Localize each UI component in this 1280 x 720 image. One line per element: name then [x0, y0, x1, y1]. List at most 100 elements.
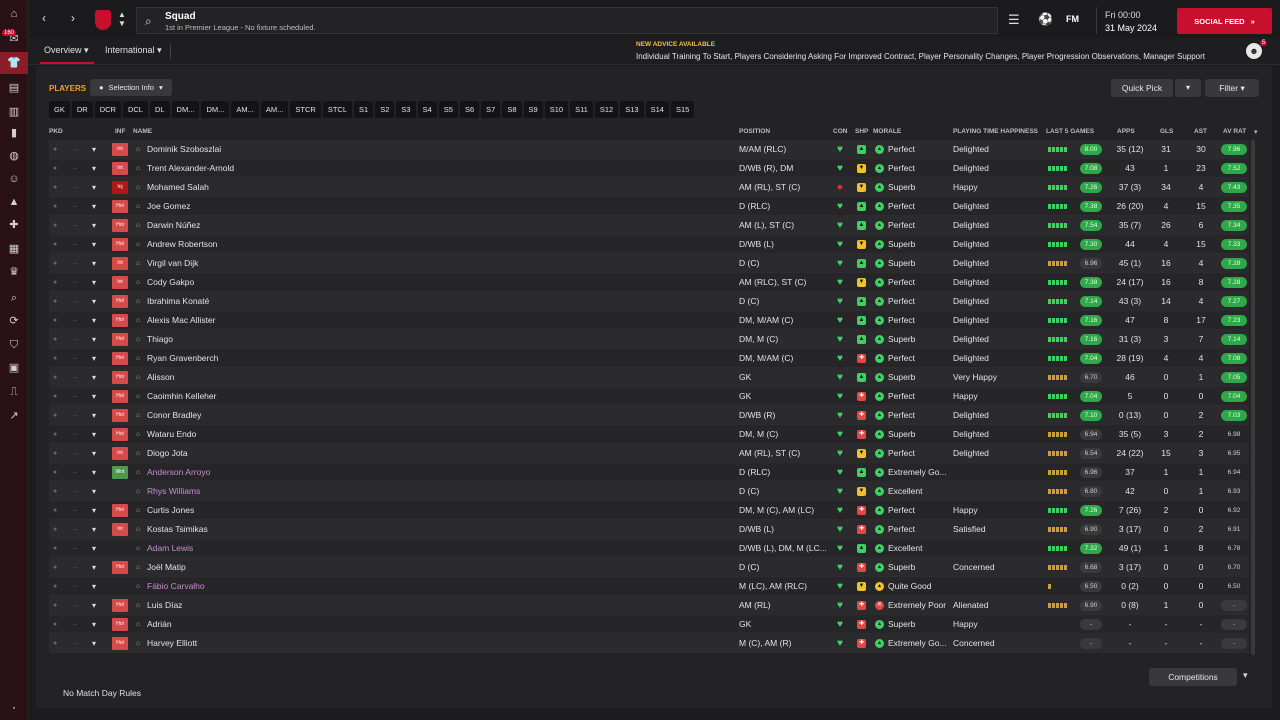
position-filter-chip[interactable]: S15	[670, 101, 695, 118]
col-morale[interactable]: MORALE	[873, 128, 901, 135]
col-last5[interactable]: LAST 5 GAMES	[1046, 128, 1094, 135]
chevron-down-icon[interactable]: ▾	[92, 539, 102, 558]
pick-dot-icon[interactable]: ●	[53, 349, 61, 368]
chevron-down-icon[interactable]: ▾	[92, 349, 102, 368]
fm-logo[interactable]: FM	[1066, 14, 1079, 24]
position-filter-chip[interactable]: STCL	[322, 101, 353, 118]
table-row[interactable]: ● – ▾ Hol ⌂ Thiago DM, M (C) ♥ ▲ ▴ Superb Delighted…	[49, 330, 1249, 349]
chevron-down-icon[interactable]: ▾	[92, 596, 102, 615]
position-filter-chip[interactable]: S1	[354, 101, 374, 118]
chevron-down-icon[interactable]: ▾	[92, 501, 102, 520]
info-badge[interactable]: Hol	[112, 428, 128, 441]
position-filter-chip[interactable]: GK	[49, 101, 70, 118]
chevron-down-icon[interactable]: ▾	[92, 159, 102, 178]
chevron-down-icon[interactable]: ▾	[92, 387, 102, 406]
position-filter-chip[interactable]: DR	[71, 101, 93, 118]
chevron-down-icon[interactable]: ▾	[92, 463, 102, 482]
medical-icon[interactable]: ✚	[7, 219, 21, 231]
club-info-icon[interactable]: ⛉	[7, 339, 21, 351]
reports-icon[interactable]: ▥	[7, 106, 21, 118]
info-badge[interactable]: Int	[112, 447, 128, 460]
table-row[interactable]: ● – ▾ Hol ⌂ Wataru Endo DM, M (C) ♥ ✚ ▴ Superb Deli…	[49, 425, 1249, 444]
table-row[interactable]: ● – ▾ Int ⌂ Dominik Szoboszlai M/AM (RLC) ♥ ▲ ▴ Pe…	[49, 140, 1249, 159]
dev-centre-icon[interactable]: ⎍	[7, 386, 21, 398]
club-switcher-icon[interactable]: ▲ ▼	[118, 10, 126, 28]
pick-dot-icon[interactable]: ●	[53, 558, 61, 577]
player-name[interactable]: Alexis Mac Allister	[147, 311, 527, 330]
table-row[interactable]: ● – ▾ Inj ⌂ Mohamed Salah AM (RL), ST (C) ✸ ▼ ▴ Su…	[49, 178, 1249, 197]
chevron-down-icon[interactable]: ▾	[92, 140, 102, 159]
col-ast[interactable]: AST	[1194, 128, 1207, 135]
pick-dot-icon[interactable]: ●	[53, 311, 61, 330]
info-badge[interactable]: Int	[112, 257, 128, 270]
chevron-down-icon[interactable]: ▾	[92, 558, 102, 577]
back-button[interactable]: ‹	[42, 11, 46, 25]
table-row[interactable]: ● – ▾ Int ⌂ Virgil van Dijk D (C) ♥ ▲ ▴ Superb Deli…	[49, 254, 1249, 273]
filter-button[interactable]: Filter ▾	[1205, 79, 1259, 97]
sort-arrow-icon[interactable]: ▾	[1254, 128, 1258, 136]
player-name[interactable]: Caoimhin Kelleher	[147, 387, 527, 406]
player-name[interactable]: Rhys Williams	[147, 482, 527, 501]
player-name[interactable]: Kostas Tsimikas	[147, 520, 527, 539]
chevron-down-icon[interactable]: ▾	[92, 444, 102, 463]
player-name[interactable]: Cody Gakpo	[147, 273, 527, 292]
report-icon[interactable]: ↗	[7, 410, 21, 422]
tab-international[interactable]: International ▾	[105, 45, 162, 56]
player-name[interactable]: Mohamed Salah	[147, 178, 527, 197]
info-badge[interactable]: Int	[112, 143, 128, 156]
position-filter-chip[interactable]: STCR	[290, 101, 321, 118]
info-badge[interactable]: Hol	[112, 219, 128, 232]
finances-icon[interactable]: ▣	[7, 362, 21, 374]
pick-dot-icon[interactable]: ●	[53, 463, 61, 482]
pick-dot-icon[interactable]: ●	[53, 330, 61, 349]
info-badge[interactable]: Hol	[112, 314, 128, 327]
pick-dot-icon[interactable]: ●	[53, 539, 61, 558]
pick-dot-icon[interactable]: ●	[53, 235, 61, 254]
pick-dot-icon[interactable]: ●	[53, 482, 61, 501]
player-name[interactable]: Darwin Núñez	[147, 216, 527, 235]
position-filter-chip[interactable]: S7	[481, 101, 501, 118]
info-badge[interactable]: Hol	[112, 200, 128, 213]
player-name[interactable]: Conor Bradley	[147, 406, 527, 425]
table-row[interactable]: ● – ▾ Hol ⌂ Conor Bradley D/WB (R) ♥ ✚ ▴ Perfect De…	[49, 406, 1249, 425]
table-row[interactable]: ● – ▾ Hol ⌂ Andrew Robertson D/WB (L) ♥ ▼ ▴ Superb…	[49, 235, 1249, 254]
info-badge[interactable]: Hol	[112, 504, 128, 517]
info-badge[interactable]: Inj	[112, 181, 128, 194]
position-filter-chip[interactable]: DM...	[171, 101, 200, 118]
assistant-avatar-icon[interactable]: ☻	[1246, 43, 1262, 59]
table-row[interactable]: ● – ▾ Hol ⌂ Luis Díaz AM (RL) ♥ ✚ ✕ Extremely Poor…	[49, 596, 1249, 615]
pick-dot-icon[interactable]: ●	[53, 615, 61, 634]
info-badge[interactable]: Hol	[112, 238, 128, 251]
squad-icon[interactable]: 👕	[0, 52, 28, 74]
info-badge[interactable]: Hol	[112, 390, 128, 403]
info-badge[interactable]: Hol	[112, 561, 128, 574]
col-shp[interactable]: SHP	[855, 128, 868, 135]
club-crest-icon[interactable]	[95, 10, 111, 30]
tab-overview[interactable]: Overview ▾	[44, 45, 89, 56]
table-row[interactable]: ● – ▾ Int ⌂ Trent Alexander-Arnold D/WB (R), D…	[49, 159, 1249, 178]
position-filter-chip[interactable]: DM...	[201, 101, 230, 118]
pick-dot-icon[interactable]: ●	[53, 406, 61, 425]
info-badge[interactable]: Hol	[112, 352, 128, 365]
training-icon[interactable]: ▲	[7, 196, 21, 208]
player-name[interactable]: Ryan Gravenberch	[147, 349, 527, 368]
position-filter-chip[interactable]: S3	[396, 101, 416, 118]
pick-dot-icon[interactable]: ●	[53, 216, 61, 235]
pick-dot-icon[interactable]: ●	[53, 634, 61, 653]
player-name[interactable]: Wataru Endo	[147, 425, 527, 444]
position-filter-chip[interactable]: DL	[149, 101, 170, 118]
pick-dot-icon[interactable]: ●	[53, 140, 61, 159]
position-filter-chip[interactable]: AM...	[231, 101, 259, 118]
info-badge[interactable]: Hol	[112, 333, 128, 346]
player-name[interactable]: Harvey Elliott	[147, 634, 527, 653]
pick-dot-icon[interactable]: ●	[53, 178, 61, 197]
chevron-down-icon[interactable]: ▾	[92, 292, 102, 311]
pick-dot-icon[interactable]: ●	[53, 292, 61, 311]
position-filter-chip[interactable]: S8	[502, 101, 522, 118]
pick-dot-icon[interactable]: ●	[53, 520, 61, 539]
info-badge[interactable]: Wnt	[112, 466, 128, 479]
position-filter-chip[interactable]: S12	[594, 101, 619, 118]
player-name[interactable]: Diogo Jota	[147, 444, 527, 463]
transfers-icon[interactable]: ⟳	[7, 315, 21, 327]
competitions-button[interactable]: Competitions	[1149, 668, 1237, 686]
